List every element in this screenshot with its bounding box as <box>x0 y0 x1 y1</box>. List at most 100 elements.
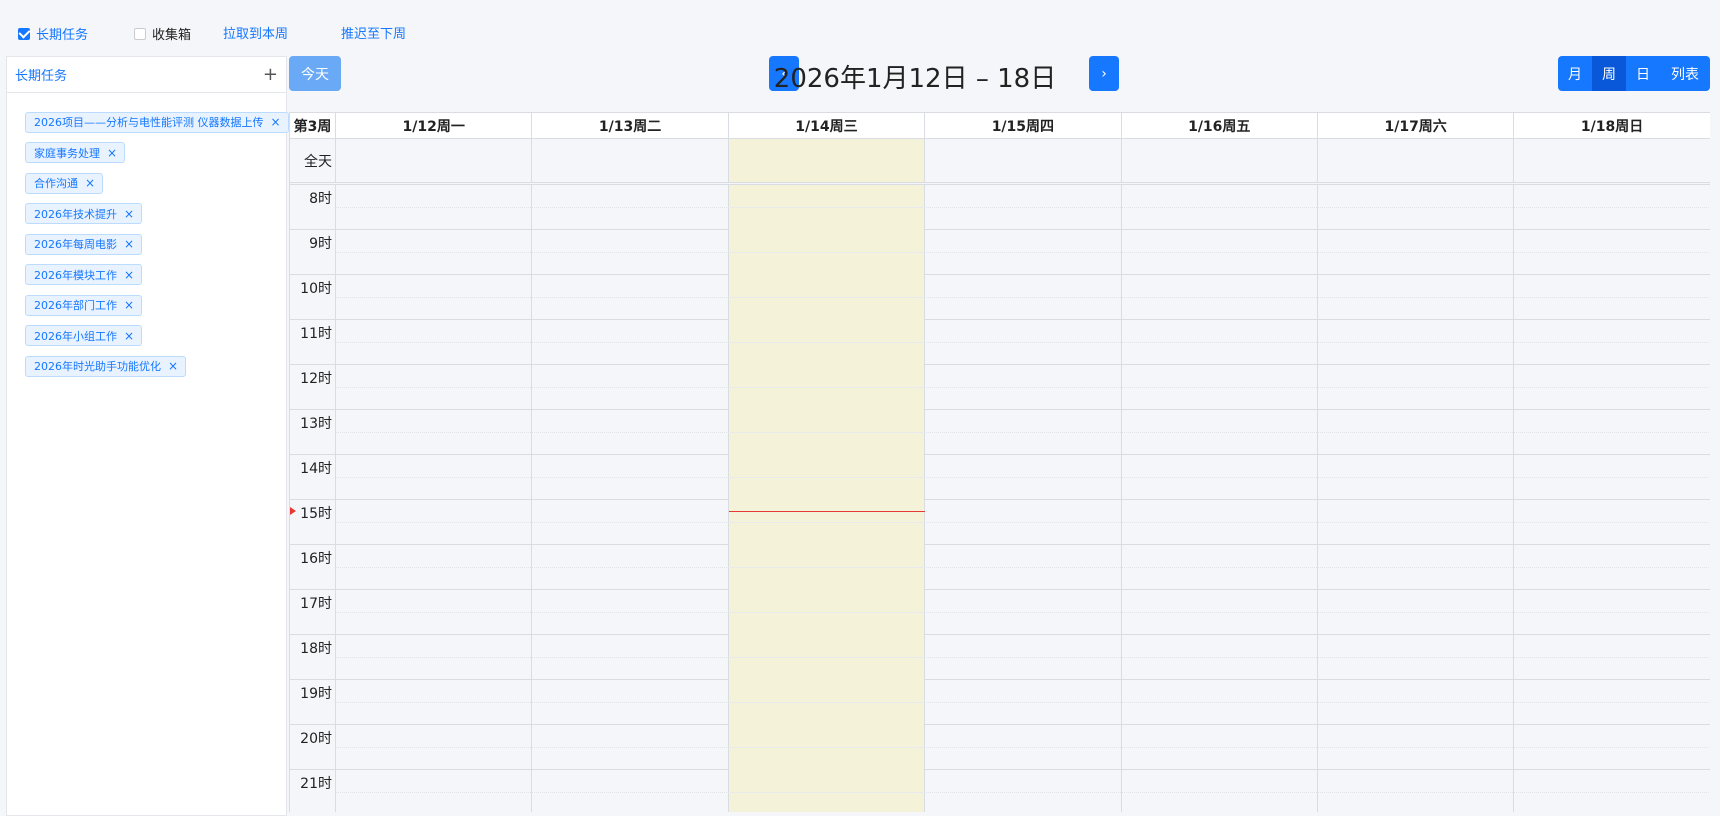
hour-row: 10时 <box>290 275 1710 320</box>
half-hour-divider <box>336 747 1710 748</box>
half-hour-divider <box>336 252 1710 253</box>
hour-label: 13时 <box>290 410 336 455</box>
day-header[interactable]: 1/17周六 <box>1318 113 1515 139</box>
view-button[interactable]: 月 <box>1558 56 1592 91</box>
next-week-button[interactable]: › <box>1089 56 1119 91</box>
task-tag[interactable]: 2026项目——分析与电性能评测 仪器数据上传 × <box>25 111 289 133</box>
checkbox-unchecked-icon[interactable] <box>134 27 146 40</box>
task-tag[interactable]: 2026年每周电影 × <box>25 233 143 255</box>
close-icon[interactable]: × <box>124 268 134 282</box>
half-hour-divider <box>336 297 1710 298</box>
task-tag-row: 2026项目——分析与电性能评测 仪器数据上传 × <box>25 111 289 142</box>
hour-row: 21时 <box>290 770 1710 812</box>
task-tag-row: 2026年时光助手功能优化 × <box>25 355 286 386</box>
task-tag[interactable]: 2026年小组工作 × <box>25 325 143 346</box>
hour-row: 17时 <box>290 590 1710 635</box>
day-header[interactable]: 1/16周五 <box>1122 113 1318 139</box>
chevron-right-icon: › <box>1101 65 1107 82</box>
hour-label: 10时 <box>290 275 336 320</box>
time-slot[interactable] <box>1122 770 1318 812</box>
task-tag[interactable]: 2026年技术提升 × <box>25 203 143 224</box>
half-hour-divider <box>336 207 1710 208</box>
all-day-label: 全天 <box>290 139 336 182</box>
hour-label: 9时 <box>290 230 336 275</box>
time-slot[interactable] <box>532 770 729 812</box>
pull-to-this-week-link[interactable]: 拉取到本周 <box>223 23 288 42</box>
all-day-cell[interactable] <box>925 139 1122 182</box>
time-slot[interactable] <box>1318 770 1515 812</box>
day-header[interactable]: 1/18周日 <box>1514 113 1710 139</box>
calendar-title: 2026年1月12日 – 18日 <box>773 64 1057 94</box>
task-tag[interactable]: 合作沟通 × <box>25 172 104 194</box>
hour-row: 12时 <box>290 365 1710 410</box>
all-day-cell[interactable] <box>1514 139 1710 182</box>
all-day-cell[interactable] <box>728 139 926 182</box>
hour-label: 20时 <box>290 725 336 770</box>
task-tag-label: 2026年小组工作 <box>34 329 117 343</box>
plus-icon[interactable]: + <box>263 65 278 84</box>
time-slot[interactable] <box>1514 770 1710 812</box>
time-slot[interactable] <box>728 770 926 812</box>
hour-row: 20时 <box>290 725 1710 770</box>
close-icon[interactable]: × <box>107 146 117 160</box>
long-term-checkbox[interactable]: 长期任务 <box>18 24 88 43</box>
day-header[interactable]: 1/15周四 <box>925 113 1122 139</box>
view-button[interactable]: 列表 <box>1660 56 1710 91</box>
all-day-cell[interactable] <box>336 139 533 182</box>
task-tag-row: 2026年技术提升 × <box>25 203 286 234</box>
close-icon[interactable]: × <box>85 176 95 190</box>
task-tag[interactable]: 家庭事务处理 × <box>25 142 126 163</box>
hour-row: 15时 <box>290 500 1710 545</box>
all-day-cell[interactable] <box>1318 139 1515 182</box>
hour-label: 21时 <box>290 770 336 812</box>
close-icon[interactable]: × <box>124 237 134 251</box>
task-tag-row: 合作沟通 × <box>25 172 286 203</box>
hour-row: 16时 <box>290 545 1710 590</box>
day-header[interactable]: 1/14周三 <box>729 113 926 139</box>
time-slot[interactable] <box>925 770 1122 812</box>
hour-row: 19时 <box>290 680 1710 725</box>
close-icon[interactable]: × <box>168 359 178 373</box>
checkbox-checked-icon[interactable] <box>18 27 30 40</box>
all-day-cell[interactable] <box>1122 139 1318 182</box>
task-tag-label: 2026年技术提升 <box>34 207 117 221</box>
task-tag[interactable]: 2026年部门工作 × <box>25 294 143 316</box>
close-icon[interactable]: × <box>271 115 281 129</box>
calendar: 今天 ‹ 2026年1月12日 – 18日 › 月周日列表 第3周 1/12周一… <box>289 56 1710 812</box>
day-header-row: 第3周 1/12周一 1/13周二 1/14周三 1/15周四 1/16周五 1/17周六… <box>290 113 1710 139</box>
current-time-line <box>728 510 926 512</box>
view-button[interactable]: 日 <box>1626 56 1660 91</box>
half-hour-divider <box>336 387 1710 388</box>
task-tag-row: 2026年每周电影 × <box>25 233 286 264</box>
day-header[interactable]: 1/12周一 <box>336 113 533 139</box>
current-time-arrow-icon <box>290 506 296 515</box>
task-tag-label: 2026项目——分析与电性能评测 仪器数据上传 <box>34 116 264 129</box>
half-hour-divider <box>336 432 1710 433</box>
task-tag[interactable]: 2026年模块工作 × <box>25 264 143 285</box>
panel-title: 长期任务 <box>15 69 68 84</box>
task-tag[interactable]: 2026年时光助手功能优化 × <box>25 355 187 377</box>
half-hour-divider <box>336 522 1710 523</box>
long-term-task-panel: 长期任务 + 2026项目——分析与电性能评测 仪器数据上传 × 家庭事务处理 × 合作… <box>6 56 289 816</box>
half-hour-divider <box>336 342 1710 343</box>
hour-row: 13时 <box>290 410 1710 455</box>
view-button[interactable]: 周 <box>1592 56 1626 91</box>
half-hour-divider <box>336 477 1710 478</box>
defer-to-next-week-link[interactable]: 推迟至下周 <box>341 23 406 42</box>
close-icon[interactable]: × <box>124 329 134 343</box>
task-tag-row: 2026年部门工作 × <box>25 294 286 325</box>
task-tag-label: 家庭事务处理 <box>34 146 100 160</box>
inbox-checkbox[interactable]: 收集箱 <box>134 24 191 43</box>
day-header[interactable]: 1/13周二 <box>532 113 729 139</box>
hour-row: 11时 <box>290 320 1710 365</box>
half-hour-divider <box>336 702 1710 703</box>
today-button[interactable]: 今天 <box>289 56 341 91</box>
inbox-checkbox-label: 收集箱 <box>152 28 192 43</box>
close-icon[interactable]: × <box>124 207 134 221</box>
all-day-cell[interactable] <box>532 139 729 182</box>
hour-label: 11时 <box>290 320 336 365</box>
task-tag-label: 2026年时光助手功能优化 <box>34 360 161 373</box>
close-icon[interactable]: × <box>124 298 134 312</box>
task-tag-row: 家庭事务处理 × <box>25 142 286 173</box>
time-slot[interactable] <box>336 770 533 812</box>
